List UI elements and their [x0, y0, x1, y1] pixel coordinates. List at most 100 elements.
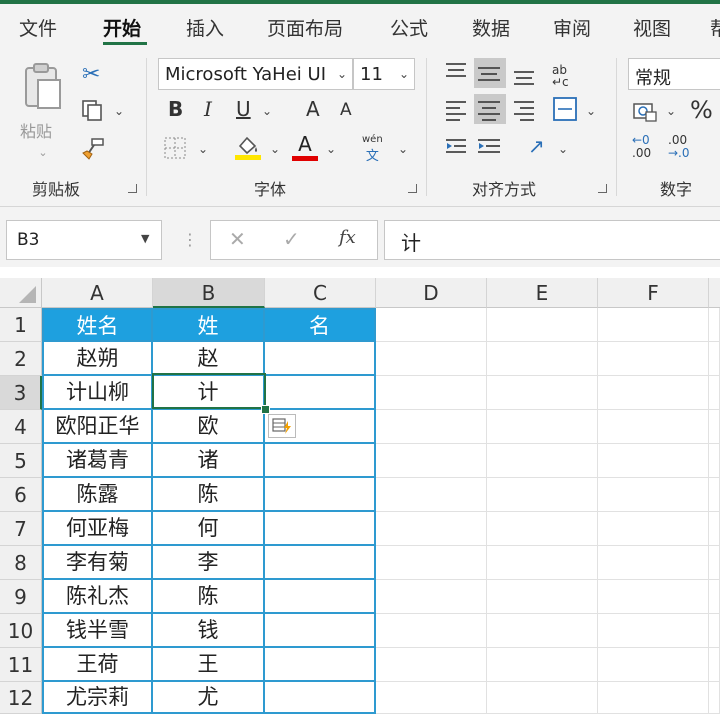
cell-a4[interactable]: 欧阳正华 [42, 410, 153, 444]
cell-b8[interactable]: 李 [153, 546, 265, 580]
cell-c10[interactable] [265, 614, 376, 648]
cell-e3[interactable] [487, 376, 598, 410]
row-header[interactable]: 8 [0, 546, 42, 580]
phonetic-guide-button[interactable]: wén 文 [362, 134, 383, 164]
cell-f5[interactable] [598, 444, 709, 478]
cell-a6[interactable]: 陈露 [42, 478, 153, 512]
row-header[interactable]: 4 [0, 410, 42, 444]
fill-color-dropdown-icon[interactable]: ⌄ [270, 142, 280, 156]
cell-d7[interactable] [376, 512, 487, 546]
name-box[interactable]: B3 ▼ [6, 220, 162, 260]
cell-b7[interactable]: 何 [153, 512, 265, 546]
decrease-decimal-button[interactable]: .00 →.0 [668, 134, 690, 160]
column-header-b[interactable]: B [153, 278, 265, 308]
cell-d5[interactable] [376, 444, 487, 478]
borders-button[interactable] [163, 136, 187, 164]
cell-g3[interactable] [709, 376, 720, 410]
column-header-a[interactable]: A [42, 278, 153, 308]
cell-g7[interactable] [709, 512, 720, 546]
wrap-text-button[interactable]: ab ↵c [552, 64, 569, 88]
column-header-f[interactable]: F [598, 278, 709, 308]
cell-d12[interactable] [376, 682, 487, 714]
cell-e5[interactable] [487, 444, 598, 478]
cell-a8[interactable]: 李有菊 [42, 546, 153, 580]
cell-a3[interactable]: 计山柳 [42, 376, 153, 410]
font-color-dropdown-icon[interactable]: ⌄ [326, 142, 336, 156]
row-header[interactable]: 5 [0, 444, 42, 478]
cell-f4[interactable] [598, 410, 709, 444]
cell-a11[interactable]: 王荷 [42, 648, 153, 682]
number-format-select[interactable]: 常规 [628, 58, 720, 90]
cell-c3[interactable] [265, 376, 376, 410]
cell-f10[interactable] [598, 614, 709, 648]
borders-dropdown-icon[interactable]: ⌄ [198, 142, 208, 156]
cell-c12[interactable] [265, 682, 376, 714]
increase-decimal-button[interactable]: ←0 .00 [632, 134, 651, 160]
cell-a9[interactable]: 陈礼杰 [42, 580, 153, 614]
row-header[interactable]: 3 [0, 376, 42, 410]
orientation-dropdown-icon[interactable]: ⌄ [558, 142, 568, 156]
phonetic-dropdown-icon[interactable]: ⌄ [398, 142, 408, 156]
cell-e4[interactable] [487, 410, 598, 444]
font-size-select[interactable]: 11 ⌄ [353, 58, 415, 90]
tab-insert[interactable]: 插入 [186, 14, 224, 41]
fill-handle[interactable] [261, 405, 270, 414]
cell-f11[interactable] [598, 648, 709, 682]
increase-font-button[interactable]: A [306, 99, 320, 119]
row-header[interactable]: 9 [0, 580, 42, 614]
cell-a1[interactable]: 姓名 [42, 308, 153, 342]
cell-c11[interactable] [265, 648, 376, 682]
cell-d6[interactable] [376, 478, 487, 512]
select-all-corner[interactable] [0, 278, 42, 308]
column-header-d[interactable]: D [376, 278, 487, 308]
cell-d4[interactable] [376, 410, 487, 444]
tab-data[interactable]: 数据 [472, 14, 510, 41]
cell-a2[interactable]: 赵朔 [42, 342, 153, 376]
cell-f8[interactable] [598, 546, 709, 580]
cell-e1[interactable] [487, 308, 598, 342]
underline-dropdown-icon[interactable]: ⌄ [262, 104, 272, 118]
cell-e2[interactable] [487, 342, 598, 376]
cell-e6[interactable] [487, 478, 598, 512]
cell-c7[interactable] [265, 512, 376, 546]
cell-f7[interactable] [598, 512, 709, 546]
fill-color-button[interactable] [234, 134, 262, 164]
merge-dropdown-icon[interactable]: ⌄ [586, 104, 596, 118]
accounting-format-button[interactable] [632, 100, 658, 128]
cell-d11[interactable] [376, 648, 487, 682]
tab-help[interactable]: 帮 [710, 14, 720, 41]
row-header[interactable]: 10 [0, 614, 42, 648]
percent-button[interactable]: % [690, 98, 713, 122]
row-header[interactable]: 1 [0, 308, 42, 342]
cell-a5[interactable]: 诸葛青 [42, 444, 153, 478]
cell-c1[interactable]: 名 [265, 308, 376, 342]
row-header[interactable]: 7 [0, 512, 42, 546]
cancel-icon[interactable]: ✕ [229, 227, 246, 251]
cell-f6[interactable] [598, 478, 709, 512]
cell-b9[interactable]: 陈 [153, 580, 265, 614]
cell-c9[interactable] [265, 580, 376, 614]
cell-e12[interactable] [487, 682, 598, 714]
cell-c2[interactable] [265, 342, 376, 376]
cell-f12[interactable] [598, 682, 709, 714]
cell-b12[interactable]: 尤 [153, 682, 265, 714]
cut-icon[interactable]: ✂ [82, 64, 100, 86]
bold-button[interactable]: B [168, 99, 183, 119]
paste-button[interactable]: 粘贴 ⌄ [20, 60, 66, 159]
splitter-handle[interactable]: ⋮ [182, 230, 198, 249]
font-name-select[interactable]: Microsoft YaHei UI ⌄ [158, 58, 353, 90]
formula-input[interactable]: 计 [384, 220, 720, 260]
cell-g9[interactable] [709, 580, 720, 614]
cell-g1[interactable] [709, 308, 720, 342]
copy-dropdown-icon[interactable]: ⌄ [114, 104, 124, 118]
cell-b2[interactable]: 赵 [153, 342, 265, 376]
tab-formulas[interactable]: 公式 [390, 14, 428, 41]
cell-g10[interactable] [709, 614, 720, 648]
cell-d1[interactable] [376, 308, 487, 342]
align-center-button[interactable] [478, 94, 510, 124]
column-header-c[interactable]: C [265, 278, 376, 308]
cell-g5[interactable] [709, 444, 720, 478]
format-painter-button[interactable] [80, 136, 106, 166]
cell-e9[interactable] [487, 580, 598, 614]
cell-a10[interactable]: 钱半雪 [42, 614, 153, 648]
